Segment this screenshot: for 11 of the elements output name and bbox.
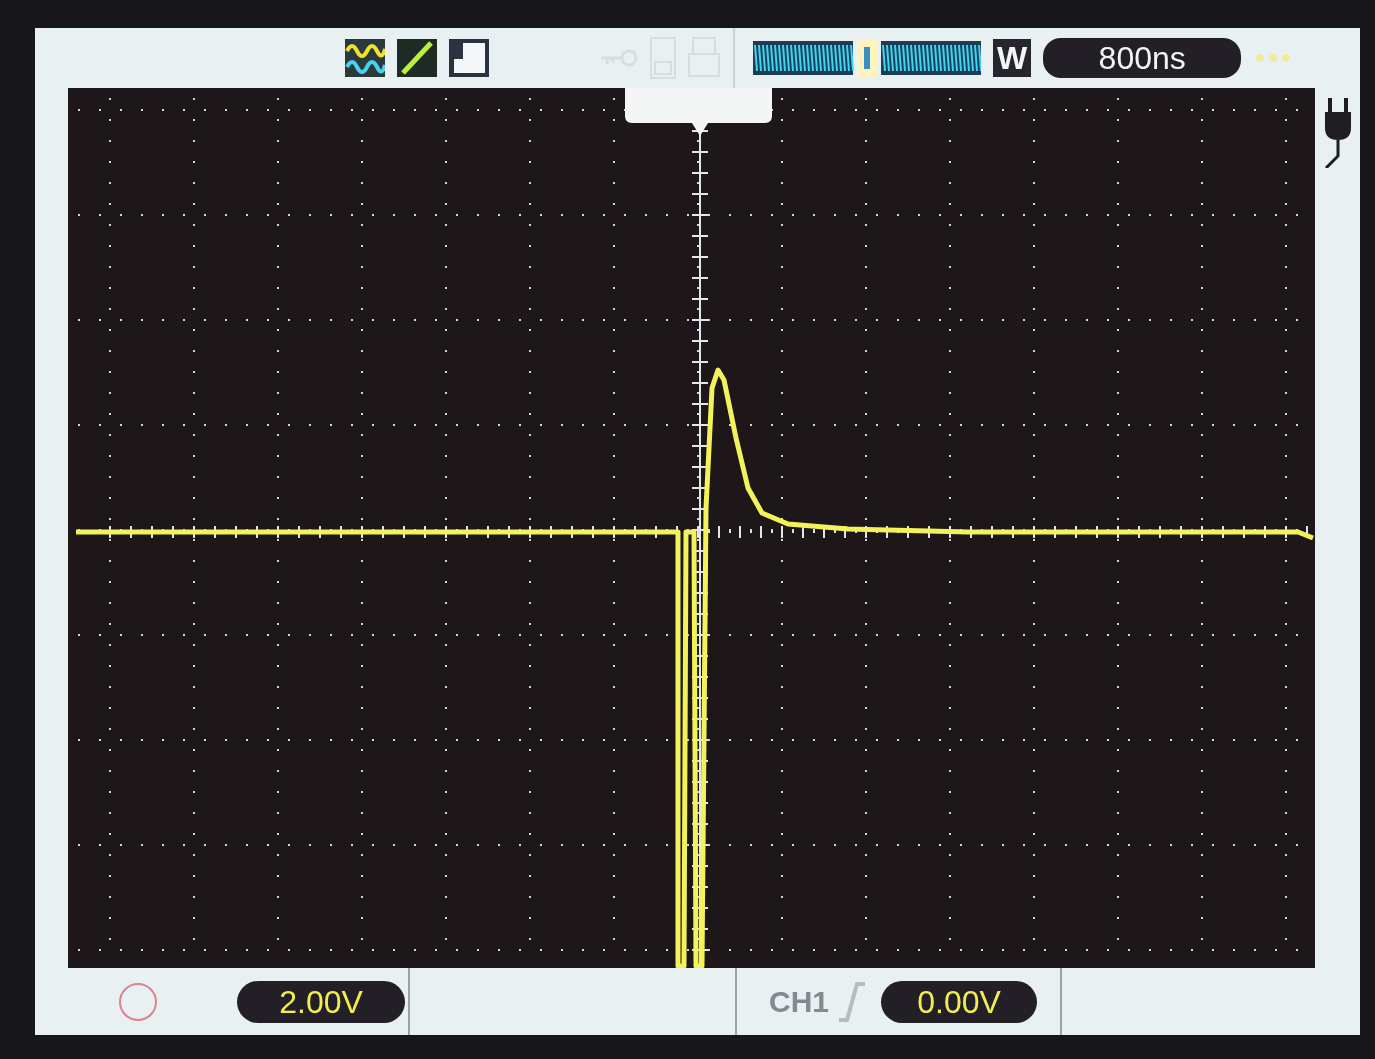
timebase-readout[interactable]: 800ns xyxy=(1043,38,1242,78)
circle-icon xyxy=(118,981,158,1022)
acquisition-mode-badge: W xyxy=(993,39,1032,77)
ramp-icon[interactable] xyxy=(397,39,437,77)
channel-scale-readout[interactable]: 2.00V xyxy=(237,980,405,1023)
square-icon[interactable] xyxy=(449,39,489,77)
trigger-level-readout[interactable]: 0.00V xyxy=(881,980,1037,1023)
dots-icon xyxy=(1255,53,1292,63)
wave-icon[interactable] xyxy=(345,39,385,77)
trigger-source-label: CH1 xyxy=(769,984,829,1020)
rising-edge-icon xyxy=(837,979,867,1024)
